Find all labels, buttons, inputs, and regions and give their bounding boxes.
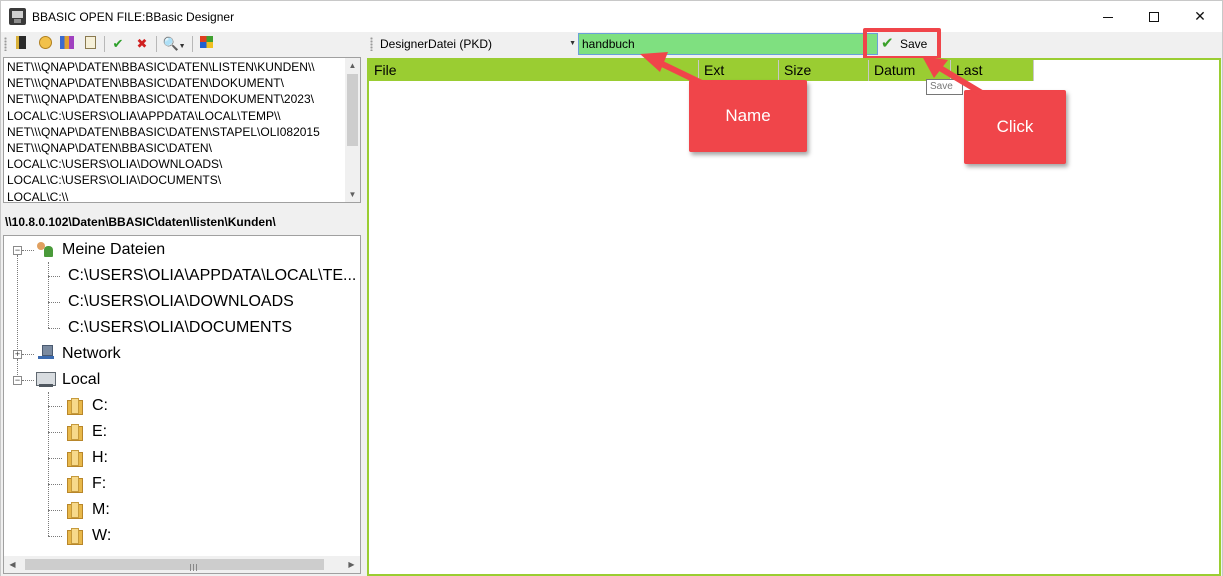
tree-line (48, 392, 49, 536)
network-icon (36, 344, 56, 362)
list-item[interactable]: LOCAL\C:\USERS\OLIA\DOWNLOADS\ (7, 156, 345, 172)
document-icon[interactable] (82, 36, 98, 52)
list-item[interactable]: NET\\\QNAP\DATEN\BBASIC\DATEN\STAPEL\OLI… (7, 124, 345, 140)
list-item[interactable]: LOCAL\C:\\ (7, 189, 345, 202)
minimize-button[interactable] (1085, 1, 1131, 32)
tree-line (48, 276, 60, 277)
folder-icon (66, 475, 83, 493)
tree-line (22, 380, 34, 381)
scroll-thumb[interactable] (25, 559, 324, 571)
column-header-file[interactable]: File (369, 60, 699, 81)
tree-line (22, 354, 34, 355)
annotation-name: Name (689, 80, 807, 152)
minimize-icon (1103, 16, 1113, 18)
column-header-size[interactable]: Size (779, 60, 869, 81)
tree-line (48, 432, 62, 433)
tree-node-drive[interactable]: E: (92, 421, 107, 443)
current-path-label: \\10.8.0.102\Daten\BBASIC\daten\listen\K… (5, 215, 276, 229)
tree-line (48, 262, 49, 328)
toolbar-separator (156, 36, 157, 52)
folder-icon (66, 449, 83, 467)
tree-node-downloads[interactable]: C:\USERS\OLIA\DOWNLOADS (68, 291, 294, 313)
list-item[interactable]: LOCAL\C:\USERS\OLIA\APPDATA\LOCAL\TEMP\\ (7, 108, 345, 124)
tree-node-drive[interactable]: M: (92, 499, 110, 521)
file-type-select[interactable]: DesignerDatei (PKD) ▼ (376, 35, 576, 53)
recent-vertical-scrollbar[interactable]: ▲ ▼ (345, 58, 360, 202)
cross-icon[interactable]: ✖ (134, 36, 150, 52)
close-icon: ✕ (1194, 8, 1206, 24)
folder-tree[interactable]: − Meine Dateien C:\USERS\OLIA\APPDATA\LO… (3, 235, 361, 574)
tree-line (48, 484, 62, 485)
grip-icon (190, 564, 197, 571)
users-icon (35, 240, 55, 258)
recent-paths-list[interactable]: NET\\\QNAP\DATEN\BBASIC\DATEN\LISTEN\KUN… (3, 57, 361, 203)
column-header-datum[interactable]: Datum (869, 60, 951, 81)
title-bar: BBASIC OPEN FILE:BBasic Designer ✕ (0, 0, 1223, 32)
save-highlight-box (863, 28, 941, 60)
expand-icon[interactable]: + (13, 350, 22, 359)
computer-icon (35, 370, 57, 388)
folder-icon (66, 501, 83, 519)
tree-line (48, 458, 62, 459)
maximize-button[interactable] (1131, 1, 1177, 32)
tree-node-drive[interactable]: F: (92, 473, 106, 495)
recent-items: NET\\\QNAP\DATEN\BBASIC\DATEN\LISTEN\KUN… (7, 59, 345, 202)
collapse-icon[interactable]: − (13, 246, 22, 255)
maximize-icon (1149, 12, 1159, 23)
tree-horizontal-scrollbar[interactable]: ◀ ▶ (4, 556, 360, 573)
annotation-click: Click (964, 90, 1066, 164)
tree-node-drive[interactable]: C: (92, 395, 108, 417)
tree-node-meine-dateien[interactable]: Meine Dateien (62, 239, 165, 261)
file-list-header: File Ext Size Datum Last (369, 60, 1034, 81)
left-toolbar: ✔ ✖ 🔍▼ (1, 32, 367, 56)
list-item[interactable]: NET\\\QNAP\DATEN\BBASIC\DATEN\DOKUMENT\ (7, 75, 345, 91)
search-dropdown-icon[interactable]: 🔍▼ (161, 36, 187, 52)
list-item[interactable]: LOCAL\C:\USERS\OLIA\DOCUMENTS\ (7, 172, 345, 188)
open-book-icon[interactable] (13, 36, 29, 52)
tree-line (48, 406, 62, 407)
column-header-ext[interactable]: Ext (699, 60, 779, 81)
folder-icon (66, 423, 83, 441)
tree-node-temp[interactable]: C:\USERS\OLIA\APPDATA\LOCAL\TE... (68, 265, 356, 287)
collapse-icon[interactable]: − (13, 376, 22, 385)
save-tooltip: Save (926, 79, 963, 95)
scroll-thumb[interactable] (347, 74, 358, 146)
list-item[interactable]: NET\\\QNAP\DATEN\BBASIC\DATEN\DOKUMENT\2… (7, 91, 345, 107)
scroll-right-icon[interactable]: ▶ (343, 556, 360, 573)
tree-line (48, 510, 62, 511)
columns-icon[interactable] (59, 36, 75, 52)
tree-node-drive[interactable]: W: (92, 525, 111, 547)
folder-icon (66, 527, 83, 545)
tree-line (48, 302, 60, 303)
list-item[interactable]: NET\\\QNAP\DATEN\BBASIC\DATEN\LISTEN\KUN… (7, 59, 345, 75)
tree-node-network[interactable]: Network (62, 343, 121, 365)
chevron-down-icon: ▼ (569, 40, 576, 47)
column-header-last[interactable]: Last (951, 60, 1034, 81)
tree-line (48, 536, 62, 537)
windows-flag-icon[interactable] (198, 36, 214, 52)
tree-line (17, 255, 18, 353)
tree-node-local[interactable]: Local (62, 369, 100, 391)
scroll-left-icon[interactable]: ◀ (4, 556, 21, 573)
tree-line (22, 250, 34, 251)
clock-icon[interactable] (37, 36, 53, 52)
file-type-value: DesignerDatei (PKD) (380, 37, 493, 51)
tree-node-documents[interactable]: C:\USERS\OLIA\DOCUMENTS (68, 317, 292, 339)
file-name-input[interactable]: handbuch (578, 33, 878, 55)
toolbar-separator (192, 36, 193, 52)
list-item[interactable]: NET\\\QNAP\DATEN\BBASIC\DATEN\ (7, 140, 345, 156)
close-button[interactable]: ✕ (1177, 1, 1223, 32)
scroll-down-icon[interactable]: ▼ (345, 187, 360, 202)
app-icon (9, 8, 26, 25)
scroll-up-icon[interactable]: ▲ (345, 58, 360, 73)
folder-icon (66, 397, 83, 415)
window-title: BBASIC OPEN FILE:BBasic Designer (32, 10, 235, 24)
check-icon[interactable]: ✔ (110, 36, 126, 52)
toolbar-grip[interactable] (4, 37, 7, 51)
toolbar-grip[interactable] (370, 37, 373, 51)
toolbar-separator (104, 36, 105, 52)
tree-line (48, 328, 60, 329)
tree-node-drive[interactable]: H: (92, 447, 108, 469)
